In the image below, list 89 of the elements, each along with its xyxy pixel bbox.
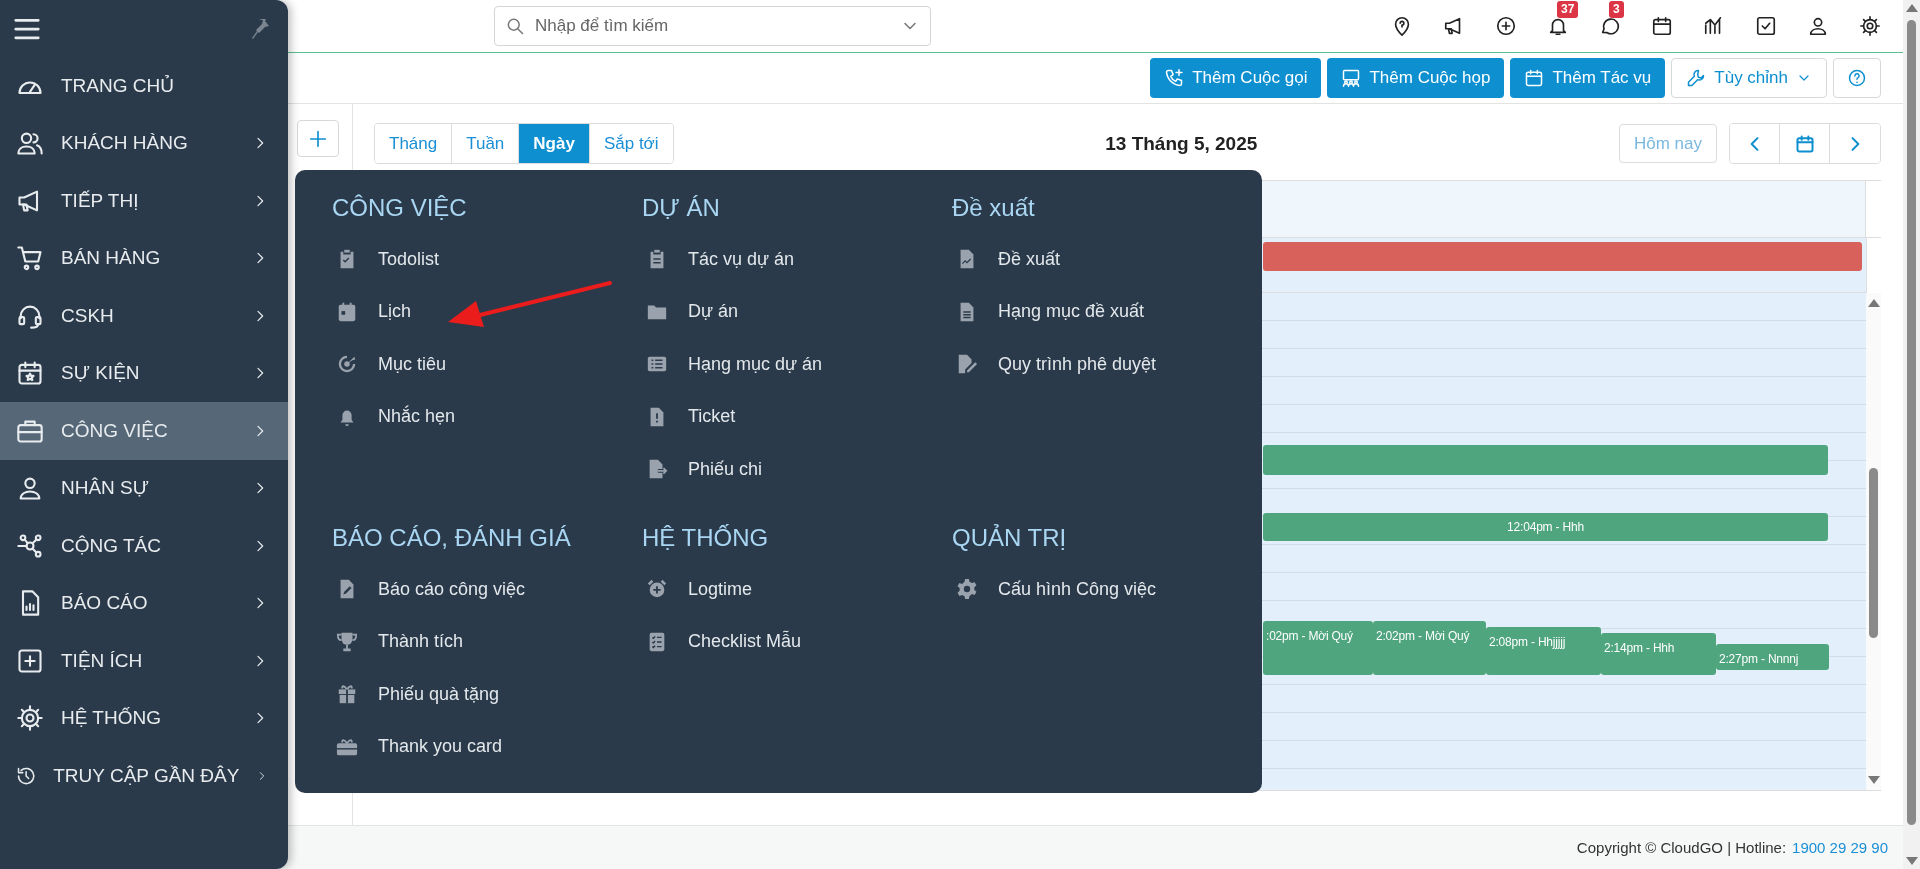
wrench-icon (1686, 68, 1707, 88)
sidebar-item[interactable]: TRANG CHỦ (0, 57, 288, 115)
plus-square-icon (16, 646, 44, 675)
menu-item[interactable]: Phiếu chi (642, 443, 952, 496)
sidebar-item[interactable]: CÔNG VIỆC (0, 402, 288, 460)
gift-icon (336, 683, 358, 706)
menu-item[interactable]: Cấu hình Công việc (952, 563, 1262, 616)
menu-item[interactable]: Phiếu quà tặng (332, 668, 642, 721)
section-heading: Đề xuất (952, 193, 1036, 223)
chat-icon[interactable] (1599, 15, 1621, 37)
sidebar-item[interactable]: TIỆN ÍCH (0, 632, 288, 690)
menu-item[interactable]: Đề xuất (952, 233, 1262, 286)
file-pen-icon (956, 353, 978, 376)
menu-label: TIẾP THỊ (61, 189, 140, 212)
section-heading: QUẢN TRỊ (952, 523, 1068, 553)
search-icon (505, 16, 525, 36)
sidebar-item[interactable]: KHÁCH HÀNG (0, 114, 288, 172)
menu-item[interactable]: Lịch (332, 285, 642, 338)
menu-item[interactable]: Tác vụ dự án (642, 233, 952, 286)
action-button[interactable]: Thêm Cuộc họp (1327, 58, 1505, 98)
cart-icon (16, 244, 44, 273)
menu-label: CỘNG TÁC (61, 534, 162, 557)
trophy-icon (336, 630, 358, 653)
view-tab[interactable]: Ngày (519, 124, 590, 163)
user-icon[interactable] (1807, 15, 1829, 37)
calendar-icon (1524, 68, 1545, 88)
menu-item[interactable]: Logtime (642, 563, 952, 616)
menu-label: TIỆN ÍCH (61, 649, 144, 672)
menu-label: TRANG CHỦ (61, 74, 175, 97)
sidebar-item[interactable]: HỆ THỐNG (0, 689, 288, 747)
calendar-icon[interactable] (1651, 15, 1673, 37)
section-heading: HỆ THỐNG (642, 523, 770, 553)
menu-item[interactable]: Nhắc hẹn (332, 390, 642, 443)
menu-item[interactable]: Hạng mục đề xuất (952, 285, 1262, 338)
sidebar-item[interactable]: NHÂN SỰ (0, 459, 288, 517)
action-button[interactable]: Tùy chỉnh (1671, 58, 1827, 98)
notification-count: 37 (1557, 1, 1579, 18)
menu-label: CSKH (61, 304, 115, 327)
message-count: 3 (1609, 1, 1624, 18)
checkbox-icon[interactable] (1755, 15, 1777, 37)
menu-label: HỆ THỐNG (61, 707, 162, 730)
phone-plus-icon (1164, 68, 1185, 88)
sidebar-item[interactable]: SỰ KIỆN (0, 344, 288, 402)
menu-item[interactable]: Ticket (642, 390, 952, 443)
action-button[interactable]: Thêm Tác vụ (1510, 58, 1666, 98)
scrollbar[interactable] (1866, 293, 1881, 790)
calendar-icon (336, 300, 358, 323)
menu-item[interactable]: Thành tích (332, 615, 642, 668)
menu-item[interactable]: Todolist (332, 233, 642, 286)
settings-icon[interactable] (1859, 15, 1881, 37)
menu-label: BÁO CÁO (61, 592, 149, 615)
menu-label: BÁN HÀNG (61, 247, 162, 270)
section-heading: BÁO CÁO, ĐÁNH GIÁ (332, 523, 572, 553)
menu-label: NHÂN SỰ (61, 477, 150, 500)
network-icon (16, 531, 44, 560)
copyright-text: Copyright © CloudGO | Hotline: (1576, 839, 1787, 856)
menu-label: TRUY CẬP GẦN ĐÂY (53, 764, 240, 787)
scrollbar[interactable] (1903, 0, 1920, 869)
settings-icon (956, 578, 978, 601)
menu-item[interactable]: Quy trình phê duyệt (952, 338, 1262, 391)
sidebar-item[interactable]: CSKH (0, 287, 288, 345)
menu-item[interactable]: Báo cáo công việc (332, 563, 642, 616)
menu-item[interactable]: Mục tiêu (332, 338, 642, 391)
menu-item[interactable]: Checklist Mẫu (642, 615, 952, 668)
calendar-icon (1794, 133, 1815, 154)
menu-label: KHÁCH HÀNG (61, 132, 189, 155)
sidebar-item[interactable]: CỘNG TÁC (0, 517, 288, 575)
section-heading: DỰ ÁN (642, 193, 721, 223)
menu-item[interactable]: Hạng mục dự án (642, 338, 952, 391)
menu-label: SỰ KIỆN (61, 362, 141, 385)
section-heading: CÔNG VIỆC (332, 193, 468, 223)
menu-item[interactable]: Thank you card (332, 720, 642, 773)
date-title: 13 Tháng 5, 2025 (1105, 132, 1258, 155)
sidebar-item[interactable]: BÁO CÁO (0, 574, 288, 632)
menu-item[interactable]: Dự án (642, 285, 952, 338)
plus-circle-icon[interactable] (1495, 15, 1517, 37)
help-icon (1847, 68, 1867, 88)
calendar-star-icon (16, 359, 44, 388)
add-button[interactable] (297, 120, 339, 157)
meeting-icon (1341, 68, 1362, 88)
search-field[interactable]: Nhập để tìm kiếm (494, 6, 931, 46)
menu-label: CÔNG VIỆC (61, 419, 169, 442)
sidebar-item[interactable]: TIẾP THỊ (0, 172, 288, 230)
settings-icon (16, 704, 44, 733)
action-button[interactable]: Thêm Cuộc gọi (1150, 58, 1322, 98)
sidebar-item[interactable]: TRUY CẬP GẦN ĐÂY (0, 747, 288, 805)
sidebar-item[interactable]: BÁN HÀNG (0, 229, 288, 287)
help-button[interactable] (1833, 58, 1881, 98)
view-tab[interactable]: Tháng (375, 124, 453, 163)
